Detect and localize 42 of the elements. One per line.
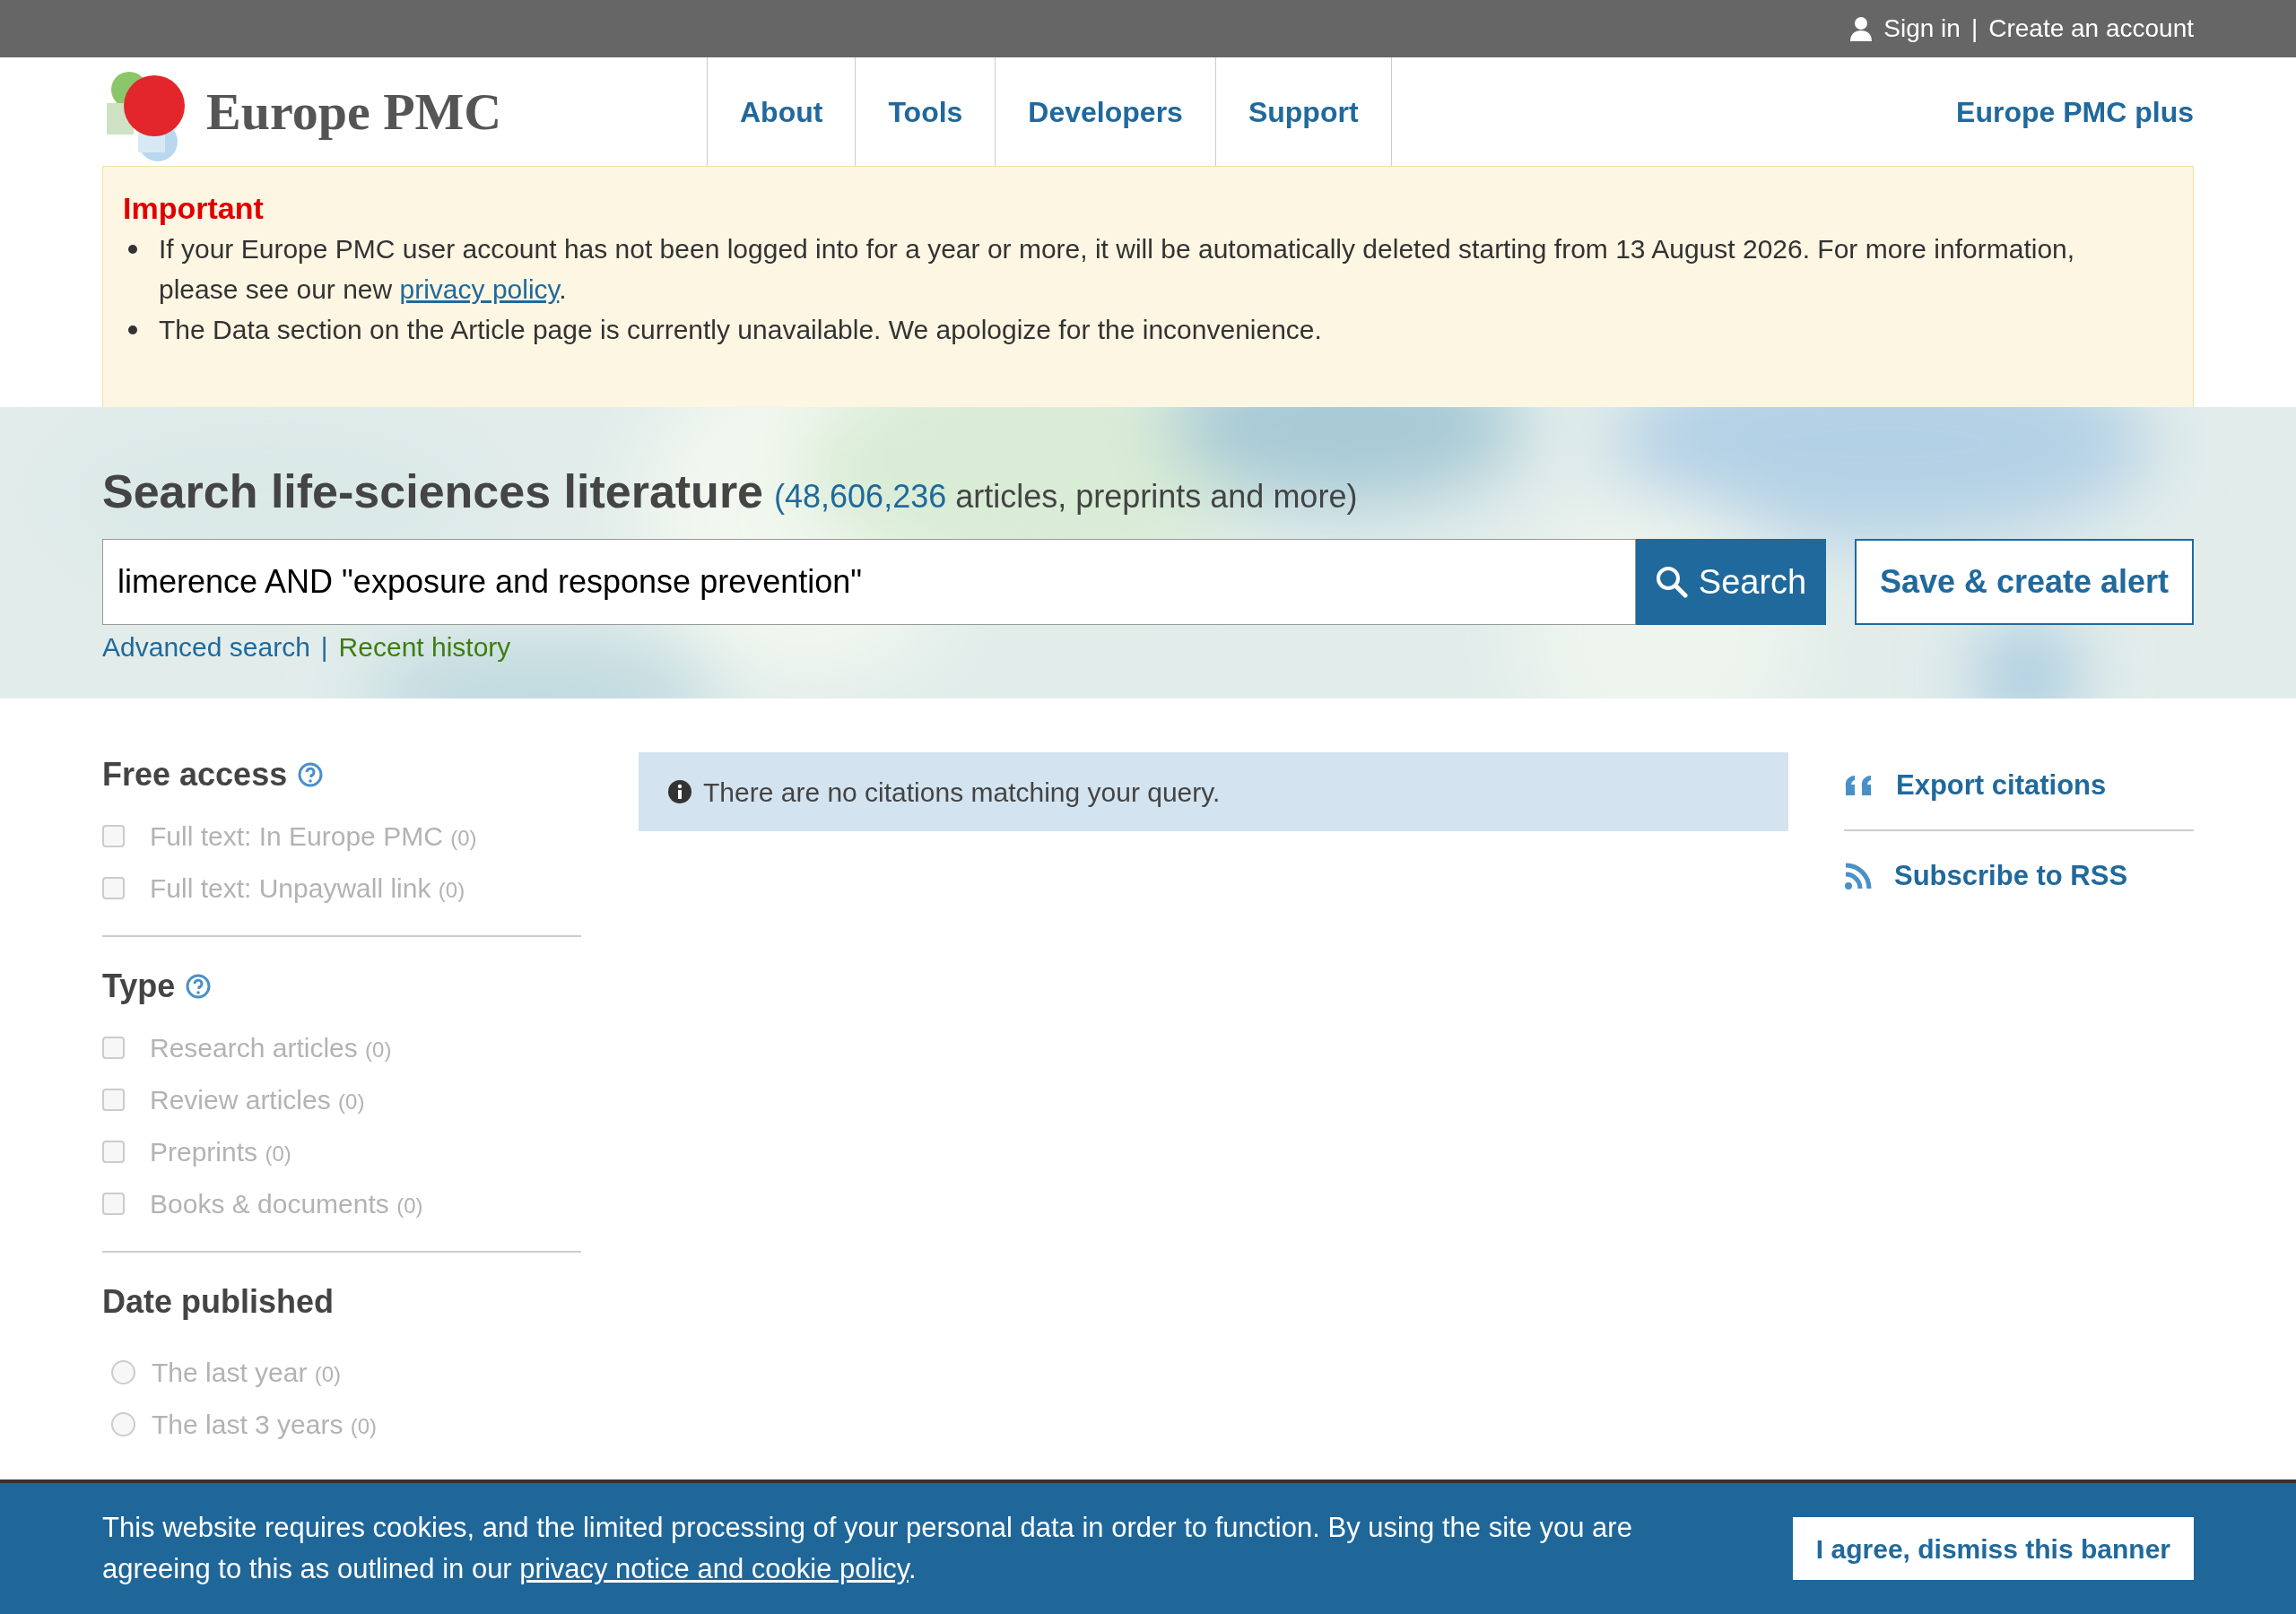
- side-link[interactable]: Export citations: [1896, 764, 2107, 807]
- rss-icon: [1844, 862, 1873, 890]
- filter-heading: Type: [102, 967, 176, 1006]
- search-button[interactable]: Search: [1636, 539, 1826, 625]
- search-heading: Search life-sciences literature: [102, 464, 764, 519]
- notice-text: If your Europe PMC user account has not been logged into for a year or more, it will be automatically deleted starting from 13 August 2026. For more information, please see our new privacy policy.: [159, 233, 2076, 306]
- separator: |: [1970, 13, 1979, 44]
- create-account-link[interactable]: Create an account: [1988, 10, 2194, 48]
- radio-button[interactable]: [111, 1359, 135, 1384]
- search-icon: [1655, 566, 1688, 598]
- checkbox[interactable]: [102, 1192, 125, 1215]
- separator: |: [320, 631, 328, 664]
- checkbox[interactable]: [102, 1036, 125, 1059]
- notice-title: Important: [123, 190, 265, 227]
- radio-button[interactable]: [111, 1411, 135, 1436]
- site-logo-text[interactable]: Europe PMC: [206, 73, 502, 151]
- bullet-icon: [128, 245, 137, 254]
- help-icon[interactable]: [186, 974, 212, 999]
- checkbox[interactable]: [102, 876, 125, 899]
- filter-heading: Free access: [102, 755, 288, 794]
- info-icon: [667, 779, 692, 804]
- checkbox[interactable]: [102, 1088, 125, 1111]
- advanced-search-link[interactable]: Advanced search: [102, 627, 310, 667]
- info-text: There are no citations matching your query.: [703, 776, 1221, 809]
- dismiss-banner-button[interactable]: I agree, dismiss this banner: [1792, 1517, 2194, 1580]
- nav-link[interactable]: Europe PMC plus: [1956, 90, 2194, 134]
- cookie-text: This website requires cookies, and the limited processing of your personal data in order to function. By using the site you are agreeing to this as outlined in our privacy notice and cookie policy.: [102, 1511, 1633, 1586]
- bullet-icon: [128, 325, 137, 334]
- recent-history-link[interactable]: Recent history: [338, 627, 511, 667]
- search-field[interactable]: limerence AND "exposure and response prevention": [102, 539, 1636, 625]
- filter-heading: Date published: [102, 1282, 335, 1322]
- sign-in-link[interactable]: Sign in: [1883, 10, 1961, 48]
- checkbox[interactable]: [102, 1140, 125, 1163]
- checkbox[interactable]: [102, 824, 125, 847]
- privacy-notice-link[interactable]: privacy notice and cookie policy: [519, 1553, 909, 1584]
- user-icon: [1849, 16, 1874, 41]
- save-alert-button[interactable]: Save & create alert: [1855, 539, 2194, 625]
- privacy-policy-link[interactable]: privacy policy: [399, 274, 560, 304]
- help-icon[interactable]: [298, 762, 324, 787]
- article-count: (48,606,236 articles, preprints and more): [774, 477, 1358, 516]
- side-link[interactable]: Subscribe to RSS: [1894, 855, 2128, 898]
- notice-text: The Data section on the Article page is currently unavailable. We apologize for the inconvenience.: [159, 314, 1323, 346]
